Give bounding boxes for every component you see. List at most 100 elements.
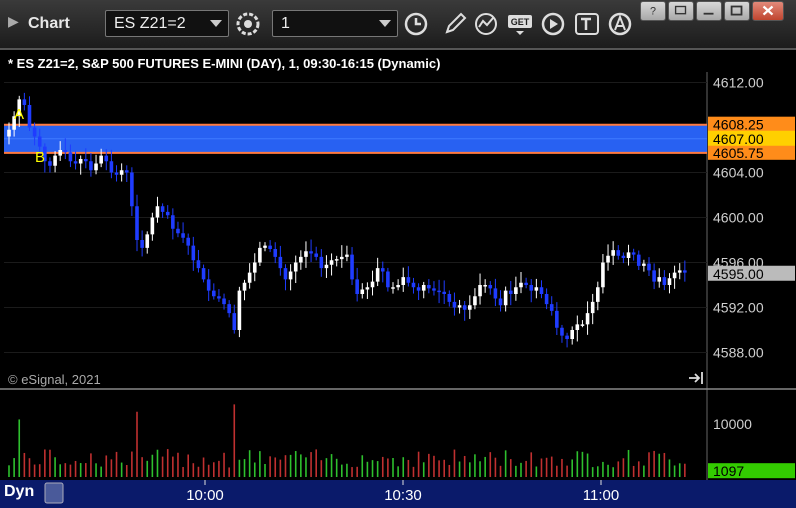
price-tick-label: 4588.00	[713, 345, 764, 361]
candle-body	[99, 155, 103, 164]
candle-body	[232, 313, 237, 330]
candle-body	[549, 304, 554, 311]
candle-body	[68, 152, 73, 162]
candle-body	[652, 270, 656, 282]
candle-body	[539, 287, 544, 294]
volume-level-tag: 1097	[713, 463, 744, 479]
price-tick-label: 4604.00	[713, 165, 764, 181]
chart-window: ▶ Chart ES Z21=2 1 GET ? A B 4612.00 460…	[0, 0, 796, 508]
time-tick-label: 11:00	[583, 487, 619, 504]
candle-body	[370, 281, 375, 288]
candle-body	[483, 285, 487, 287]
candle-body	[340, 256, 344, 260]
candle-body	[631, 252, 636, 255]
candle-body	[334, 259, 339, 261]
candle-body	[365, 287, 370, 290]
candle-body	[529, 285, 534, 291]
candle-body	[406, 277, 411, 283]
candle-body	[524, 282, 528, 285]
candle-body	[283, 268, 288, 280]
price-chart[interactable]: AB 4612.004604.004600.004596.004592.0045…	[0, 0, 796, 508]
candle-body	[416, 287, 421, 291]
price-tick-label: 4592.00	[713, 300, 764, 316]
dynamic-mode-button[interactable]: Dyn	[4, 483, 34, 501]
candle-body	[421, 285, 426, 291]
candle-body	[590, 301, 595, 314]
candle-body	[242, 282, 247, 291]
candle-body	[114, 172, 119, 175]
candle-body	[201, 268, 206, 280]
candle-body	[672, 272, 677, 279]
candle-body	[37, 136, 42, 147]
candle-body	[299, 256, 303, 263]
candle-body	[212, 290, 216, 297]
candle-body	[130, 172, 134, 207]
candle-body	[462, 305, 467, 310]
candle-body	[304, 251, 308, 257]
candle-body	[427, 285, 431, 289]
candle-body	[452, 301, 457, 308]
candle-body	[89, 161, 93, 171]
candle-body	[309, 251, 313, 254]
candle-body	[63, 150, 68, 153]
candle-body	[48, 161, 52, 166]
candle-body	[140, 240, 144, 248]
candle-body	[498, 298, 503, 306]
candle-body	[565, 335, 569, 339]
candle-body	[380, 268, 385, 272]
candle-body	[626, 252, 631, 258]
candle-body	[288, 271, 293, 280]
candle-body	[94, 163, 98, 171]
candle-body	[135, 206, 139, 240]
candle-body	[32, 127, 37, 137]
candle-body	[555, 310, 559, 328]
candle-body	[27, 105, 32, 128]
candle-body	[514, 287, 518, 294]
candle-body	[145, 234, 150, 248]
candle-body	[457, 305, 462, 308]
candle-body	[360, 289, 365, 294]
candle-body	[273, 249, 278, 257]
candle-body	[493, 288, 498, 299]
candle-body	[575, 324, 580, 330]
candle-body	[314, 253, 318, 257]
candle-body	[150, 217, 155, 235]
candle-body	[442, 291, 446, 294]
candle-body	[160, 206, 165, 212]
candle-body	[596, 287, 600, 302]
candle-body	[222, 298, 226, 305]
candle-body	[411, 282, 416, 288]
candle-body	[585, 313, 590, 325]
candle-body	[196, 260, 201, 269]
candle-body	[73, 161, 78, 164]
candle-body	[636, 254, 641, 266]
marker-b: B	[35, 149, 45, 166]
candle-body	[677, 270, 682, 273]
candle-body	[104, 155, 109, 162]
candle-body	[611, 250, 615, 256]
candle-body	[391, 287, 395, 289]
candle-body	[345, 254, 349, 257]
candle-body	[176, 228, 180, 234]
candle-body	[53, 155, 57, 166]
last-price-tag: 4595.00	[713, 266, 764, 282]
candle-body	[396, 285, 400, 288]
candle-body	[642, 263, 646, 266]
candle-body	[601, 262, 605, 288]
price-tick-label: 4600.00	[713, 210, 764, 226]
candle-body	[432, 288, 436, 291]
candle-body	[386, 271, 390, 288]
candle-body	[124, 170, 129, 173]
candle-body	[58, 150, 62, 156]
chart-legend: * ES Z21=2, S&P 500 FUTURES E-MINI (DAY)…	[8, 56, 441, 71]
candle-body	[473, 296, 477, 306]
candle-body	[109, 161, 114, 173]
candle-body	[478, 285, 482, 297]
candle-body	[355, 279, 359, 294]
candle-body	[616, 250, 621, 256]
candle-body	[350, 254, 354, 280]
candle-body	[22, 99, 27, 105]
candle-body	[657, 277, 662, 282]
candle-body	[508, 290, 513, 294]
candle-body	[258, 247, 262, 263]
